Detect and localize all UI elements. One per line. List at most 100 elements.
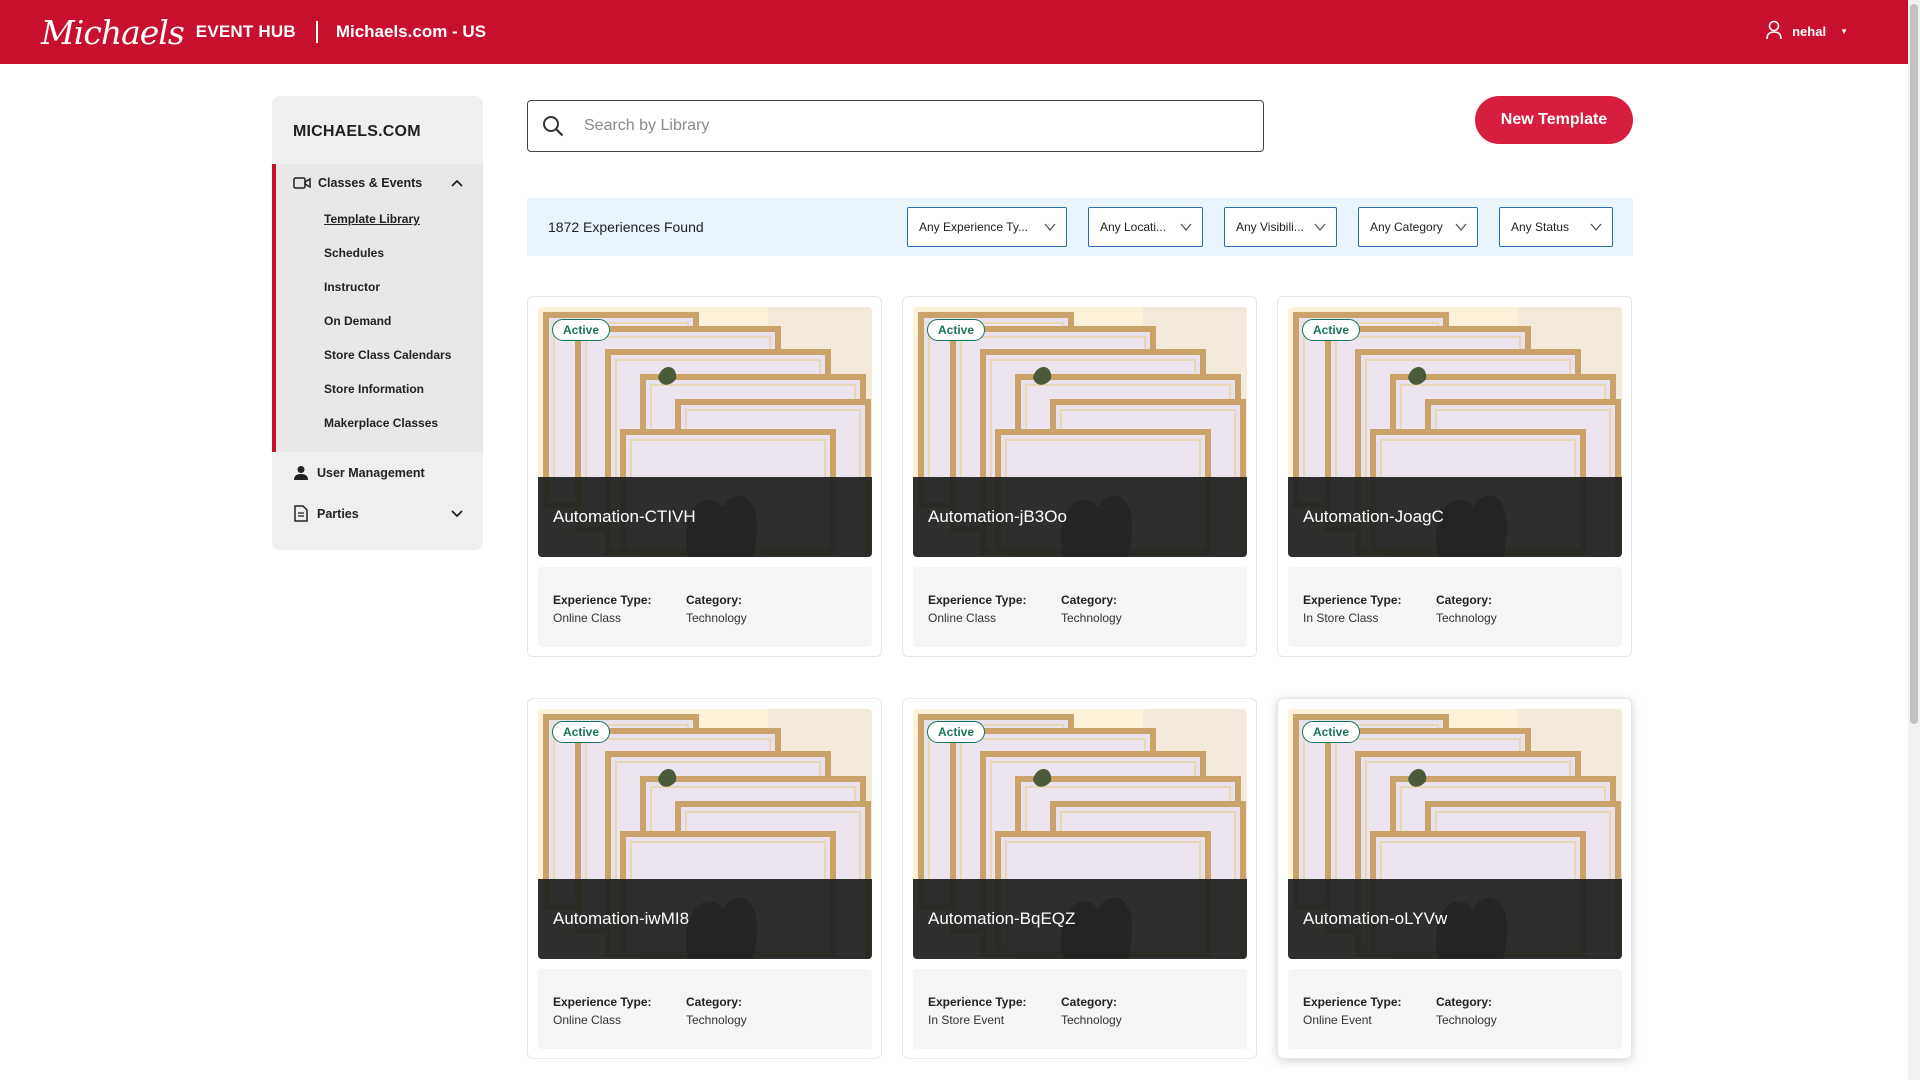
site-name: Michaels.com - US: [335, 22, 487, 41]
experience-type-label: Experience Type:: [928, 593, 1027, 607]
category-label: Category:: [1436, 593, 1493, 607]
card-title[interactable]: Automation-oLYVw: [1303, 909, 1447, 929]
filter-label: Any Category: [1370, 220, 1443, 234]
chevron-down-icon: [1590, 223, 1602, 232]
card-meta: Experience Type: In Store Event Category…: [913, 969, 1247, 1049]
category-field: Category: Technology: [1061, 591, 1122, 627]
category-value: Technology: [686, 611, 747, 625]
template-card[interactable]: Active Automation-jB3Oo Experience Type:…: [902, 296, 1257, 657]
search-box: [527, 100, 1264, 152]
chevron-down-icon: [1455, 223, 1467, 232]
chevron-down-icon[interactable]: [451, 507, 463, 521]
scrollbar[interactable]: [1908, 0, 1920, 1080]
card-thumbnail[interactable]: Active Automation-CTIVH: [538, 307, 872, 557]
card-thumbnail[interactable]: Active Automation-jB3Oo: [913, 307, 1247, 557]
experience-type-label: Experience Type:: [553, 593, 652, 607]
template-card[interactable]: Active Automation-BqEQZ Experience Type:…: [902, 698, 1257, 1059]
chevron-up-icon[interactable]: [451, 176, 463, 190]
card-title[interactable]: Automation-JoagC: [1303, 507, 1444, 527]
experience-type-label: Experience Type:: [553, 995, 652, 1009]
experience-type-value: Online Class: [553, 1013, 622, 1027]
sidebar-item-label: User Management: [317, 465, 425, 480]
sidebar-item-classes-events[interactable]: Classes & Events: [276, 164, 483, 202]
category-field: Category: Technology: [686, 591, 747, 627]
sidebar-item-instructor[interactable]: Instructor: [276, 270, 483, 304]
category-label: Category:: [1436, 995, 1493, 1009]
sidebar-brand: MICHAELS.COM: [293, 123, 421, 140]
card-title[interactable]: Automation-iwMI8: [553, 909, 689, 929]
filter-location[interactable]: Any Locati...: [1088, 207, 1203, 247]
experience-type-field: Experience Type: Online Class: [553, 993, 651, 1029]
document-icon: [292, 505, 310, 523]
category-field: Category: Technology: [1061, 993, 1122, 1029]
category-field: Category: Technology: [1436, 993, 1497, 1029]
card-meta: Experience Type: Online Class Category: …: [913, 567, 1247, 647]
status-badge: Active: [927, 721, 986, 743]
experience-type-label: Experience Type:: [928, 995, 1027, 1009]
search-input[interactable]: [584, 117, 1184, 135]
card-title[interactable]: Automation-jB3Oo: [928, 507, 1067, 527]
header-divider: [315, 21, 318, 43]
template-card[interactable]: Active Automation-iwMI8 Experience Type:…: [527, 698, 882, 1059]
category-label: Category:: [686, 593, 743, 607]
category-field: Category: Technology: [1436, 591, 1497, 627]
card-thumbnail[interactable]: Active Automation-iwMI8: [538, 709, 872, 959]
sidebar: MICHAELS.COM Classes & Events Template L…: [272, 96, 483, 550]
card-meta: Experience Type: Online Class Category: …: [538, 567, 872, 647]
filter-experience-type[interactable]: Any Experience Ty...: [907, 207, 1067, 247]
card-thumbnail[interactable]: Active Automation-BqEQZ: [913, 709, 1247, 959]
experience-type-field: Experience Type: Online Event: [1303, 993, 1401, 1029]
card-thumbnail[interactable]: Active Automation-oLYVw: [1288, 709, 1622, 959]
card-title-band: Automation-JoagC: [1288, 477, 1622, 557]
sidebar-item-template-library[interactable]: Template Library: [276, 202, 483, 236]
card-title[interactable]: Automation-CTIVH: [553, 507, 696, 527]
filter-visibility[interactable]: Any Visibili...: [1224, 207, 1337, 247]
sidebar-item-schedules[interactable]: Schedules: [276, 236, 483, 270]
scrollbar-thumb[interactable]: [1910, 4, 1918, 724]
category-value: Technology: [1061, 611, 1122, 625]
new-template-button[interactable]: New Template: [1475, 96, 1633, 144]
chevron-down-icon: [1044, 223, 1056, 232]
category-value: Technology: [1436, 611, 1497, 625]
user-menu[interactable]: nehal ▼: [1766, 20, 1848, 43]
filter-category[interactable]: Any Category: [1358, 207, 1478, 247]
sidebar-item-makerplace-classes[interactable]: Makerplace Classes: [276, 406, 483, 440]
video-camera-icon: [293, 174, 311, 192]
filter-label: Any Status: [1511, 220, 1570, 234]
card-title-band: Automation-iwMI8: [538, 879, 872, 959]
card-title-band: Automation-BqEQZ: [913, 879, 1247, 959]
user-name: nehal: [1792, 24, 1827, 39]
status-badge: Active: [927, 319, 986, 341]
sidebar-item-store-information[interactable]: Store Information: [276, 372, 483, 406]
experience-type-field: Experience Type: Online Class: [928, 591, 1026, 627]
sidebar-item-on-demand[interactable]: On Demand: [276, 304, 483, 338]
chevron-down-icon: [1314, 223, 1326, 232]
category-field: Category: Technology: [686, 993, 747, 1029]
chevron-down-icon: ▼: [1840, 27, 1848, 36]
sidebar-item-store-class-calendars[interactable]: Store Class Calendars: [276, 338, 483, 372]
card-meta: Experience Type: In Store Class Category…: [1288, 567, 1622, 647]
search-icon: [543, 116, 564, 137]
card-thumbnail[interactable]: Active Automation-JoagC: [1288, 307, 1622, 557]
sidebar-item-parties[interactable]: Parties: [272, 493, 483, 534]
template-card[interactable]: Active Automation-JoagC Experience Type:…: [1277, 296, 1632, 657]
experience-type-label: Experience Type:: [1303, 593, 1402, 607]
experience-type-value: In Store Class: [1303, 611, 1379, 625]
filter-bar: 1872 Experiences Found Any Experience Ty…: [527, 198, 1633, 256]
status-badge: Active: [552, 721, 611, 743]
template-card[interactable]: Active Automation-oLYVw Experience Type:…: [1277, 698, 1632, 1059]
status-badge: Active: [1302, 721, 1361, 743]
category-label: Category:: [1061, 593, 1118, 607]
sidebar-item-label: Parties: [317, 506, 359, 521]
filter-status[interactable]: Any Status: [1499, 207, 1613, 247]
sidebar-item-user-management[interactable]: User Management: [272, 452, 483, 493]
template-card[interactable]: Active Automation-CTIVH Experience Type:…: [527, 296, 882, 657]
card-title[interactable]: Automation-BqEQZ: [928, 909, 1075, 929]
michaels-logo[interactable]: Michaels: [41, 13, 185, 52]
category-label: Category:: [686, 995, 743, 1009]
card-meta: Experience Type: Online Event Category: …: [1288, 969, 1622, 1049]
category-value: Technology: [686, 1013, 747, 1027]
experience-type-value: Online Class: [928, 611, 997, 625]
experience-type-field: Experience Type: Online Class: [553, 591, 651, 627]
filter-label: Any Locati...: [1100, 220, 1167, 234]
